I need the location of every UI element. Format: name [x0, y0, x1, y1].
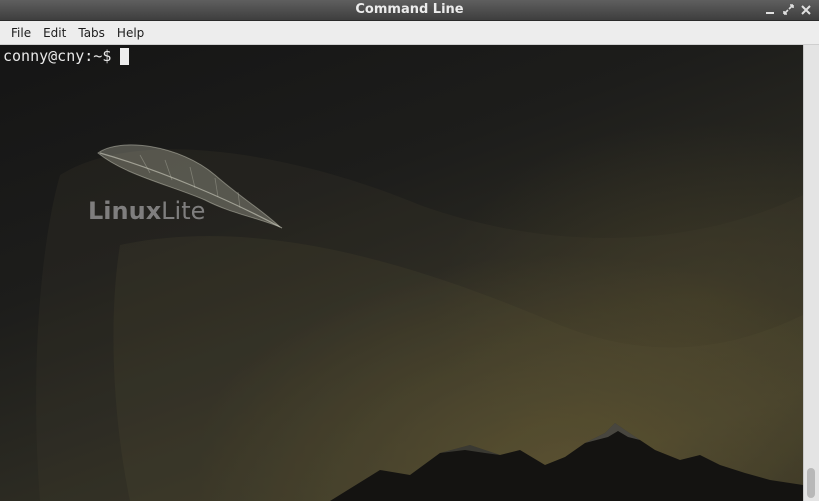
logo-text-bold: Linux	[88, 197, 162, 225]
terminal-area[interactable]: LinuxLite conny@cny:~$	[0, 45, 803, 501]
menu-file[interactable]: File	[5, 22, 37, 44]
shell-prompt: conny@cny:~$	[3, 47, 112, 65]
menu-bar: File Edit Tabs Help	[0, 21, 819, 45]
menu-edit[interactable]: Edit	[37, 22, 72, 44]
close-icon[interactable]	[799, 2, 813, 17]
maximize-icon[interactable]	[781, 2, 795, 17]
window-controls	[763, 2, 813, 17]
prompt-line[interactable]: conny@cny:~$	[3, 47, 130, 66]
logo-text-light: Lite	[161, 197, 205, 225]
scrollbar-thumb[interactable]	[807, 468, 815, 498]
window-title: Command Line	[355, 2, 464, 17]
logo-text: LinuxLite	[88, 197, 205, 225]
menu-tabs[interactable]: Tabs	[72, 22, 111, 44]
terminal-window: Command Line File Edit Tabs Help LinuxLi…	[0, 0, 819, 501]
vertical-scrollbar[interactable]	[803, 45, 819, 501]
text-cursor	[120, 48, 130, 65]
menu-help[interactable]: Help	[111, 22, 150, 44]
title-bar[interactable]: Command Line	[0, 0, 819, 21]
minimize-icon[interactable]	[763, 2, 777, 17]
wallpaper: LinuxLite	[36, 144, 803, 501]
